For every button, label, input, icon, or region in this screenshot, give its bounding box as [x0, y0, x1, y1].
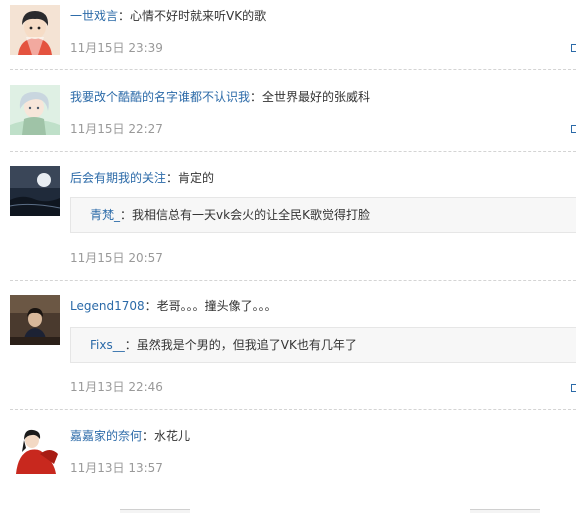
comment-time: 11月15日 22:27 — [70, 122, 163, 136]
pager-next-button[interactable] — [470, 509, 540, 513]
comment-username[interactable]: 我要改个酷酷的名字谁都不认识我 — [70, 90, 250, 104]
reply-text: 虽然我是个男的，但我追了VK也有几年了 — [136, 338, 357, 352]
reply-icon[interactable] — [571, 125, 576, 133]
reply-username[interactable]: 青梵_ — [90, 208, 120, 222]
divider — [10, 69, 576, 70]
reply-icon[interactable] — [571, 44, 576, 52]
reply-box: 青梵_：我相信总有一天vk会火的让全民K歌觉得打脸 — [70, 197, 576, 233]
reply-box: Fixs__：虽然我是个男的，但我追了VK也有几年了 — [70, 327, 576, 363]
comment-time: 11月15日 23:39 — [70, 41, 163, 55]
avatar[interactable] — [10, 166, 60, 216]
colon: ： — [250, 90, 263, 104]
divider — [10, 409, 576, 410]
colon: ： — [142, 429, 155, 443]
colon: ： — [144, 299, 157, 313]
colon: ： — [120, 208, 133, 222]
colon: ： — [166, 171, 179, 185]
comment-time: 11月15日 20:57 — [70, 251, 163, 265]
comment-time: 11月13日 22:46 — [70, 380, 163, 394]
comment-time: 11月13日 13:57 — [70, 461, 163, 475]
colon: ： — [124, 338, 137, 352]
reply-username[interactable]: Fixs__ — [90, 338, 125, 352]
comment-username[interactable]: 一世戏言 — [70, 9, 118, 23]
avatar[interactable] — [10, 295, 60, 345]
pager-prev-button[interactable] — [120, 509, 190, 513]
divider — [10, 280, 576, 281]
comment-username[interactable]: 嘉嘉家的奈何 — [70, 429, 142, 443]
comment-text: 心情不好时就来听VK的歌 — [130, 9, 267, 23]
colon: ： — [118, 9, 131, 23]
comment-username[interactable]: 后会有期我的关注 — [70, 171, 166, 185]
comment-text: 水花儿 — [154, 429, 191, 443]
avatar[interactable] — [10, 424, 60, 474]
comment-text: 老哥。。。撞头像了。。。 — [156, 299, 277, 313]
reply-icon[interactable] — [571, 384, 576, 392]
avatar[interactable] — [10, 5, 60, 55]
comment-username[interactable]: Legend1708 — [70, 299, 145, 313]
reply-text: 我相信总有一天vk会火的让全民K歌觉得打脸 — [132, 208, 370, 222]
avatar[interactable] — [10, 85, 60, 135]
comment-text: 全世界最好的张威科 — [262, 90, 371, 104]
comment-text: 肯定的 — [178, 171, 215, 185]
divider — [10, 151, 576, 152]
